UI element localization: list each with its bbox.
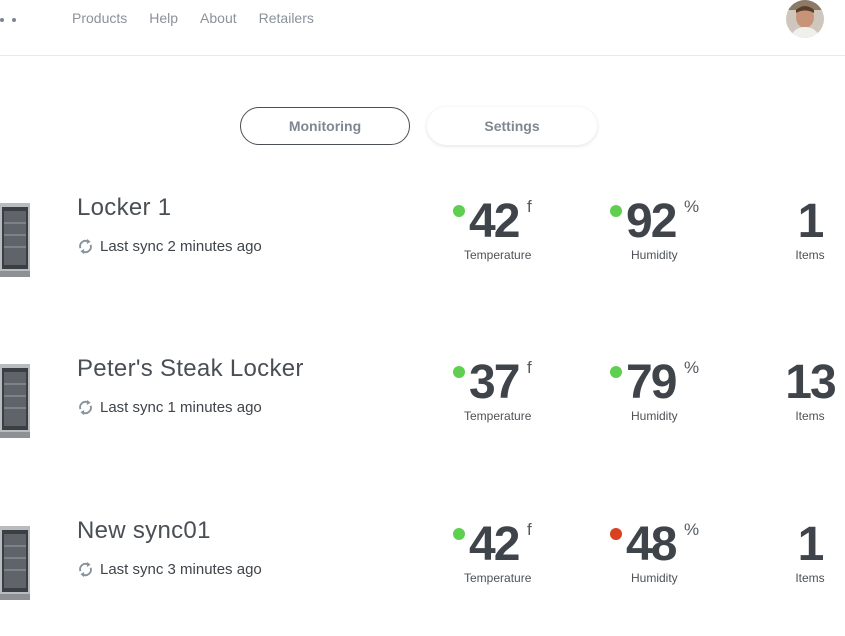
humidity-status-dot: [610, 366, 622, 378]
logo-dot: [0, 18, 4, 22]
locker-row[interactable]: Locker 1 Last sync 2 minutes ago 42 f Te…: [0, 192, 845, 302]
avatar-image: [786, 0, 824, 38]
nav-help[interactable]: Help: [149, 10, 178, 26]
temperature-unit: f: [527, 358, 532, 377]
temperature-status-dot: [453, 366, 465, 378]
tab-settings[interactable]: Settings: [427, 107, 597, 145]
nav-retailers[interactable]: Retailers: [259, 10, 314, 26]
items-count: 13: [785, 356, 836, 409]
locker-name: New sync01: [77, 517, 211, 544]
humidity-status-dot: [610, 205, 622, 217]
temperature-unit: f: [527, 197, 532, 216]
top-header: Products Help About Retailers: [0, 0, 845, 56]
page: Products Help About Retailers Monitoring…: [0, 0, 845, 636]
locker-image-icon: [0, 203, 30, 277]
temperature-label: Temperature: [464, 571, 532, 585]
sync-icon: [79, 399, 92, 416]
locker-image-icon: [0, 364, 30, 438]
items-label: Items: [795, 248, 825, 262]
logo-dot: [12, 18, 16, 22]
humidity-unit: %: [684, 358, 700, 377]
humidity-status-dot: [610, 528, 622, 540]
items-count: 1: [797, 518, 825, 571]
main-nav: Products Help About Retailers: [72, 10, 314, 26]
temperature-label: Temperature: [464, 248, 532, 262]
locker-name: Locker 1: [77, 194, 172, 221]
humidity-value: 79: [626, 356, 677, 409]
temperature-value: 42: [469, 518, 520, 571]
items-label: Items: [795, 571, 825, 585]
locker-row[interactable]: Peter's Steak Locker Last sync 1 minutes…: [0, 353, 845, 463]
items-label: Items: [795, 409, 825, 423]
humidity-label: Humidity: [631, 409, 678, 423]
temperature-value: 37: [469, 356, 520, 409]
humidity-label: Humidity: [631, 248, 678, 262]
locker-name: Peter's Steak Locker: [77, 355, 304, 382]
humidity-label: Humidity: [631, 571, 678, 585]
locker-row[interactable]: New sync01 Last sync 3 minutes ago 42 f …: [0, 515, 845, 625]
nav-products[interactable]: Products: [72, 10, 127, 26]
sync-text: Last sync 3 minutes ago: [100, 561, 262, 578]
sync-status: Last sync 1 minutes ago: [77, 399, 262, 416]
tab-monitoring[interactable]: Monitoring: [240, 107, 410, 145]
view-tabs: Monitoring Settings: [240, 107, 597, 145]
humidity-unit: %: [684, 197, 700, 216]
nav-about[interactable]: About: [200, 10, 237, 26]
sync-status: Last sync 2 minutes ago: [77, 238, 262, 255]
sync-status: Last sync 3 minutes ago: [77, 561, 262, 578]
sync-text: Last sync 1 minutes ago: [100, 399, 262, 416]
logo-icon[interactable]: [0, 14, 22, 24]
humidity-unit: %: [684, 520, 700, 539]
sync-icon: [79, 238, 92, 255]
sync-icon: [79, 561, 92, 578]
items-count: 1: [797, 195, 825, 248]
user-avatar[interactable]: [786, 0, 824, 38]
temperature-value: 42: [469, 195, 520, 248]
temperature-status-dot: [453, 205, 465, 217]
temperature-unit: f: [527, 520, 532, 539]
temperature-label: Temperature: [464, 409, 532, 423]
humidity-value: 48: [626, 518, 677, 571]
temperature-status-dot: [453, 528, 465, 540]
humidity-value: 92: [626, 195, 677, 248]
locker-image-icon: [0, 526, 30, 600]
sync-text: Last sync 2 minutes ago: [100, 238, 262, 255]
